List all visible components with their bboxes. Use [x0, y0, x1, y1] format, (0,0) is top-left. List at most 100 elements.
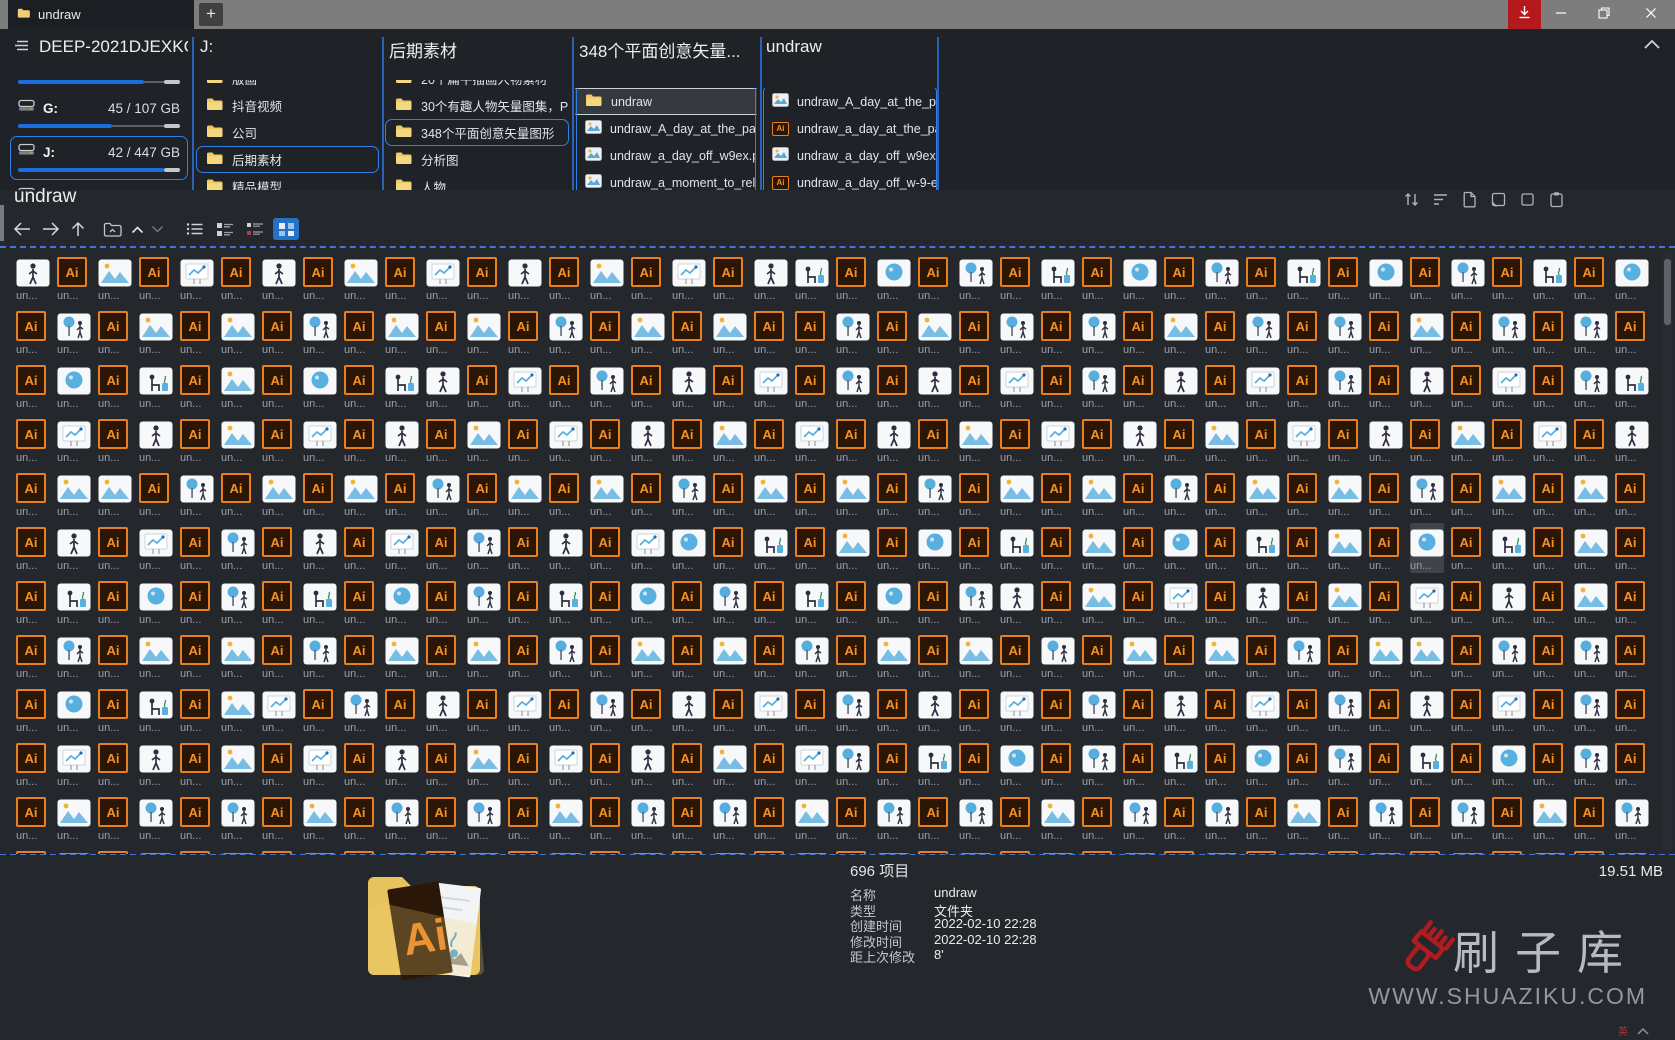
grid-file-image[interactable]: un... — [877, 847, 911, 854]
grid-file-image[interactable]: un... — [303, 577, 337, 627]
grid-file-ai[interactable]: Aiun... — [1000, 631, 1034, 681]
menu-icon[interactable] — [14, 37, 30, 57]
grid-file-ai[interactable]: Aiun... — [1615, 469, 1649, 519]
grid-file-ai[interactable]: Aiun... — [385, 685, 419, 735]
grid-file-image[interactable]: un... — [262, 253, 296, 303]
grid-file-ai[interactable]: Aiun... — [98, 631, 132, 681]
grid-file-image[interactable]: un... — [57, 469, 91, 519]
grid-file-image[interactable]: un... — [877, 415, 911, 465]
grid-file-ai[interactable]: Aiun... — [180, 793, 214, 843]
grid-file-image[interactable]: un... — [713, 577, 747, 627]
grid-file-image[interactable]: un... — [631, 415, 665, 465]
grid-file-ai[interactable]: Aiun... — [508, 523, 542, 573]
grid-file-ai[interactable]: Aiun... — [590, 307, 624, 357]
grid-file-image[interactable]: un... — [672, 523, 706, 573]
grid-file-ai[interactable]: Aiun... — [508, 739, 542, 789]
grid-file-ai[interactable]: Aiun... — [98, 415, 132, 465]
grid-file-ai[interactable]: Aiun... — [1123, 469, 1157, 519]
folder-item[interactable]: 分析图 — [385, 146, 569, 173]
grid-file-image[interactable]: un... — [221, 685, 255, 735]
grid-file-image[interactable]: un... — [467, 415, 501, 465]
select-icon[interactable] — [1518, 190, 1536, 208]
grid-file-image[interactable]: un... — [1615, 253, 1649, 303]
grid-file-image[interactable]: un... — [549, 631, 583, 681]
grid-file-ai[interactable]: Aiun... — [180, 523, 214, 573]
grid-file-ai[interactable]: Aiun... — [180, 577, 214, 627]
grid-file-image[interactable]: un... — [549, 847, 583, 854]
grid-file-ai[interactable]: Aiun... — [1615, 739, 1649, 789]
download-button[interactable] — [1508, 0, 1541, 29]
grid-file-ai[interactable]: Aiun... — [1492, 847, 1526, 854]
grid-file-image[interactable]: un... — [1369, 847, 1403, 854]
grid-file-image[interactable]: un... — [631, 523, 665, 573]
grid-file-ai[interactable]: Aiun... — [1123, 523, 1157, 573]
grid-file-ai[interactable]: Aiun... — [1615, 523, 1649, 573]
grid-file-ai[interactable]: Aiun... — [1410, 415, 1444, 465]
grid-file-image[interactable]: un... — [467, 631, 501, 681]
grid-file-ai[interactable]: Aiun... — [139, 469, 173, 519]
grid-file-ai[interactable]: Aiun... — [1451, 523, 1485, 573]
grid-file-image[interactable]: un... — [836, 469, 870, 519]
grid-file-ai[interactable]: Aiun... — [508, 415, 542, 465]
folder-item[interactable]: 抖音视频 — [196, 92, 379, 119]
grid-file-image[interactable]: un... — [467, 307, 501, 357]
grid-file-ai[interactable]: Aiun... — [631, 253, 665, 303]
grid-file-image[interactable]: un... — [959, 415, 993, 465]
folder-item[interactable]: 精品模型 — [196, 173, 379, 190]
grid-file-ai[interactable]: Aiun... — [1451, 307, 1485, 357]
grid-file-image[interactable]: un... — [344, 253, 378, 303]
grid-file-image[interactable]: un... — [426, 685, 460, 735]
grid-file-image[interactable]: un... — [1615, 847, 1649, 854]
grid-file-ai[interactable]: Aiun... — [959, 739, 993, 789]
grid-file-ai[interactable]: Aiun... — [180, 307, 214, 357]
column-header[interactable]: 后期素材 — [385, 29, 569, 62]
folder-item[interactable]: 20个扁平插画人物素材 — [385, 80, 569, 92]
grid-file-ai[interactable]: Aiun... — [1328, 847, 1362, 854]
grid-file-ai[interactable]: Aiun... — [98, 793, 132, 843]
grid-file-ai[interactable]: Aiun... — [549, 469, 583, 519]
grid-file-ai[interactable]: Aiun... — [426, 577, 460, 627]
grid-file-ai[interactable]: Aiun... — [1574, 793, 1608, 843]
grid-file-image[interactable]: un... — [139, 577, 173, 627]
grid-file-image[interactable]: un... — [795, 415, 829, 465]
grid-file-image[interactable]: un... — [1369, 631, 1403, 681]
grid-file-ai[interactable]: Aiun... — [467, 253, 501, 303]
grid-file-image[interactable]: un... — [877, 631, 911, 681]
column-separator[interactable] — [572, 37, 574, 190]
grid-file-image[interactable]: un... — [918, 685, 952, 735]
grid-file-ai[interactable]: Aiun... — [1164, 793, 1198, 843]
grid-file-image[interactable]: un... — [754, 253, 788, 303]
panel-scroll-indicator[interactable] — [0, 205, 4, 241]
grid-file-ai[interactable]: Aiun... — [836, 577, 870, 627]
grid-file-image[interactable]: un... — [385, 415, 419, 465]
grid-file-image[interactable]: un... — [16, 253, 50, 303]
grid-file-image[interactable]: un... — [1328, 523, 1362, 573]
grid-file-image[interactable]: un... — [1287, 847, 1321, 854]
grid-file-image[interactable]: un... — [57, 793, 91, 843]
grid-file-ai[interactable]: Aiun... — [590, 739, 624, 789]
grid-file-image[interactable]: un... — [139, 631, 173, 681]
grid-file-image[interactable]: un... — [1164, 685, 1198, 735]
grid-file-ai[interactable]: Aiun... — [1328, 631, 1362, 681]
grid-file-ai[interactable]: Aiun... — [713, 361, 747, 411]
grid-file-image[interactable]: un... — [344, 685, 378, 735]
grid-file-ai[interactable]: Aiun... — [590, 415, 624, 465]
grid-file-ai[interactable]: Aiun... — [877, 307, 911, 357]
grid-file-image[interactable]: un... — [1164, 469, 1198, 519]
grid-file-ai[interactable]: Aiun... — [877, 361, 911, 411]
grid-file-image[interactable]: un... — [180, 469, 214, 519]
grid-file-ai[interactable]: Aiun... — [1492, 253, 1526, 303]
grid-file-image[interactable]: un... — [549, 307, 583, 357]
grid-file-image[interactable]: un... — [713, 739, 747, 789]
grid-file-ai[interactable]: Aiun... — [672, 739, 706, 789]
grid-file-image[interactable]: un... — [1410, 523, 1444, 573]
grid-file-image[interactable]: un... — [57, 361, 91, 411]
grid-file-image[interactable]: un... — [57, 523, 91, 573]
grid-file-image[interactable]: un... — [1328, 685, 1362, 735]
grid-file-ai[interactable]: Aiun... — [139, 253, 173, 303]
grid-view-button[interactable] — [273, 218, 299, 240]
grid-file-ai[interactable]: Aiun... — [426, 739, 460, 789]
grid-file-image[interactable]: un... — [713, 415, 747, 465]
grid-file-image[interactable]: un... — [1082, 739, 1116, 789]
grid-file-ai[interactable]: Aiun... — [836, 793, 870, 843]
